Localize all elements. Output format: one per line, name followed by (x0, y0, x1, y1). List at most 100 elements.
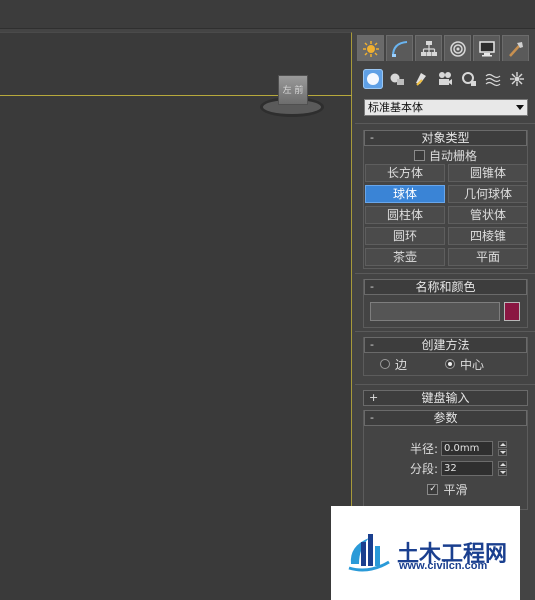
tab-utilities[interactable] (502, 35, 529, 61)
rollout-name-and-color: - 名称和颜色 (363, 279, 528, 328)
rollout-title: 参数 (433, 411, 458, 425)
segments-spinner[interactable] (498, 460, 507, 476)
viewcube[interactable]: 左 前 (260, 73, 324, 119)
tab-create[interactable] (357, 35, 384, 61)
rollout-title: 创建方法 (421, 338, 470, 352)
category-helpers[interactable] (459, 69, 479, 89)
radio-center-dot[interactable] (445, 359, 456, 369)
motion-icon (449, 40, 466, 57)
divider (355, 123, 535, 124)
category-shapes[interactable] (387, 69, 407, 89)
tab-modify[interactable] (386, 35, 413, 61)
command-panel-tabs (357, 35, 529, 61)
geosphere-button[interactable]: 几何球体 (448, 185, 528, 203)
modify-icon (391, 40, 407, 57)
viewcube-face-label: 左 前 (282, 86, 304, 96)
rollout-creation-method: - 创建方法 边 中心 (363, 337, 528, 376)
category-lights[interactable] (411, 69, 431, 89)
object-color-swatch[interactable] (504, 301, 520, 321)
autogrid-checkbox[interactable] (413, 149, 425, 161)
rollout-header-object-type[interactable]: - 对象类型 (364, 130, 527, 146)
collapse-sign: - (370, 131, 374, 144)
systems-icon (510, 72, 524, 86)
divider (355, 273, 535, 274)
geometry-icon (367, 73, 379, 85)
primitive-type-dropdown[interactable]: 标准基本体 (364, 99, 528, 116)
rollout-title: 键盘输入 (421, 391, 470, 405)
top-toolbar (0, 0, 535, 29)
viewport[interactable]: 左 前 (0, 32, 352, 600)
sphere-button[interactable]: 球体 (365, 185, 445, 203)
rollout-keyboard-entry: + 键盘输入 (363, 390, 528, 406)
radius-input[interactable]: 0.0mm (441, 440, 493, 456)
pyramid-button[interactable]: 四棱锥 (448, 227, 528, 245)
smooth-checkbox[interactable]: ✓ (427, 483, 439, 495)
viewcube-face[interactable]: 左 前 (278, 75, 308, 105)
rollout-parameters: - 参数 半径: 0.0mm 分段: 32 ✓ 平滑 (363, 410, 528, 510)
smooth-label: 平滑 (443, 482, 468, 497)
tab-display[interactable] (473, 35, 500, 61)
radio-center[interactable]: 中心 (445, 356, 484, 373)
rollout-header-parameters[interactable]: - 参数 (364, 410, 527, 426)
category-cameras[interactable] (435, 69, 455, 89)
collapse-sign: - (370, 338, 374, 351)
helpers-icon (462, 72, 476, 86)
category-buttons (363, 69, 527, 89)
rollout-header-creation-method[interactable]: - 创建方法 (364, 337, 527, 353)
object-type-buttons: 长方体 圆锥体 球体 几何球体 圆柱体 管状体 圆环 四棱锥 茶壶 平面 (364, 164, 528, 268)
spinner-up-icon[interactable] (498, 460, 507, 468)
torus-button[interactable]: 圆环 (365, 227, 445, 245)
primitive-type-value: 标准基本体 (368, 101, 423, 114)
plane-button[interactable]: 平面 (448, 248, 528, 266)
radio-center-label: 中心 (460, 357, 485, 372)
radius-spinner[interactable] (498, 440, 507, 456)
tab-hierarchy[interactable] (415, 35, 442, 61)
radio-edge-label: 边 (395, 357, 408, 372)
collapse-sign: - (370, 280, 374, 293)
civilcn-logo-icon (348, 534, 390, 572)
box-button[interactable]: 长方体 (365, 164, 445, 182)
divider (355, 331, 535, 332)
chevron-down-icon (516, 105, 524, 110)
rollout-title: 对象类型 (421, 131, 470, 145)
display-icon (478, 40, 495, 56)
expand-sign: + (369, 391, 379, 404)
spinner-down-icon[interactable] (498, 468, 507, 476)
spinner-down-icon[interactable] (498, 448, 507, 456)
teapot-button[interactable]: 茶壶 (365, 248, 445, 266)
hierarchy-icon (420, 40, 437, 56)
radio-edge[interactable]: 边 (380, 356, 407, 373)
cone-button[interactable]: 圆锥体 (448, 164, 528, 182)
category-geometry[interactable] (363, 69, 383, 89)
lights-icon (416, 73, 426, 86)
smooth-row[interactable]: ✓ 平滑 (364, 478, 527, 500)
segments-row: 分段: 32 (364, 458, 527, 478)
divider (355, 384, 535, 385)
name-color-row (364, 295, 527, 327)
autogrid-label: 自动栅格 (428, 148, 477, 163)
rollout-header-name-and-color[interactable]: - 名称和颜色 (364, 279, 527, 295)
collapse-sign: - (370, 411, 374, 424)
shapes-icon (390, 73, 404, 85)
rollout-title: 名称和颜色 (415, 280, 476, 294)
segments-input[interactable]: 32 (441, 460, 493, 476)
category-space-warps[interactable] (483, 69, 503, 89)
space-warps-icon (485, 73, 501, 87)
tab-motion[interactable] (444, 35, 471, 61)
spinner-up-icon[interactable] (498, 440, 507, 448)
utilities-icon (508, 41, 523, 57)
rollout-header-keyboard-entry[interactable]: + 键盘输入 (363, 390, 528, 406)
autogrid-row[interactable]: 自动栅格 (364, 146, 527, 164)
radio-edge-dot[interactable] (380, 359, 390, 369)
category-systems[interactable] (507, 69, 527, 89)
radius-row: 半径: 0.0mm (364, 438, 527, 458)
tube-button[interactable]: 管状体 (448, 206, 528, 224)
create-icon (362, 40, 379, 57)
watermark-url: www.civilcn.com (399, 560, 488, 572)
cylinder-button[interactable]: 圆柱体 (365, 206, 445, 224)
radius-label: 半径: (409, 441, 438, 456)
watermark: 土木工程网 www.civilcn.com (331, 506, 520, 600)
rollout-object-type: - 对象类型 自动栅格 长方体 圆锥体 球体 几何球体 圆柱体 管状体 圆环 四… (363, 130, 528, 269)
object-name-field[interactable] (370, 301, 500, 321)
